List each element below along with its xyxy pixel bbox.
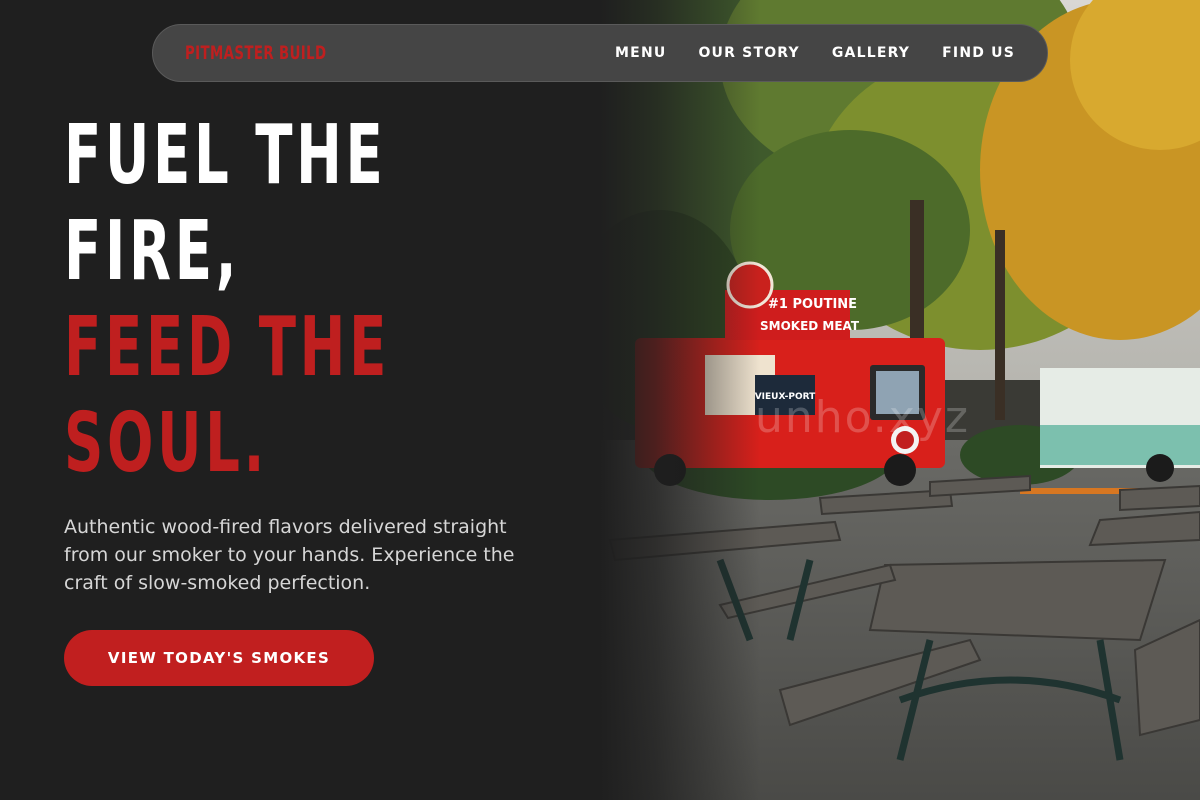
nav-link-gallery[interactable]: GALLERY [832,45,910,61]
view-todays-smokes-button[interactable]: VIEW TODAY'S SMOKES [64,630,374,686]
nav-link-menu[interactable]: MENU [615,45,666,61]
brand-logo[interactable]: PITMASTER BUILD [185,42,326,64]
image-watermark: unho.xyz [755,392,970,443]
nav-links: MENU OUR STORY GALLERY FIND US [615,45,1015,61]
svg-text:SMOKED MEAT: SMOKED MEAT [760,319,860,333]
hero-headline: FUEL THE FIRE, FEED THE SOUL. [64,108,478,492]
hero-subtitle: Authentic wood-fired flavors delivered s… [64,516,515,594]
hero-section: FUEL THE FIRE, FEED THE SOUL. Authentic … [64,108,624,686]
headline-line-4: SOUL. [64,396,269,491]
navbar: PITMASTER BUILD MENU OUR STORY GALLERY F… [152,24,1048,82]
headline-line-2: FIRE, [64,204,241,299]
nav-link-find-us[interactable]: FIND US [942,45,1015,61]
headline-line-3: FEED THE [64,300,391,395]
headline-line-1: FUEL THE [64,108,387,203]
nav-link-our-story[interactable]: OUR STORY [698,45,799,61]
svg-text:#1 POUTINE: #1 POUTINE [768,297,857,312]
